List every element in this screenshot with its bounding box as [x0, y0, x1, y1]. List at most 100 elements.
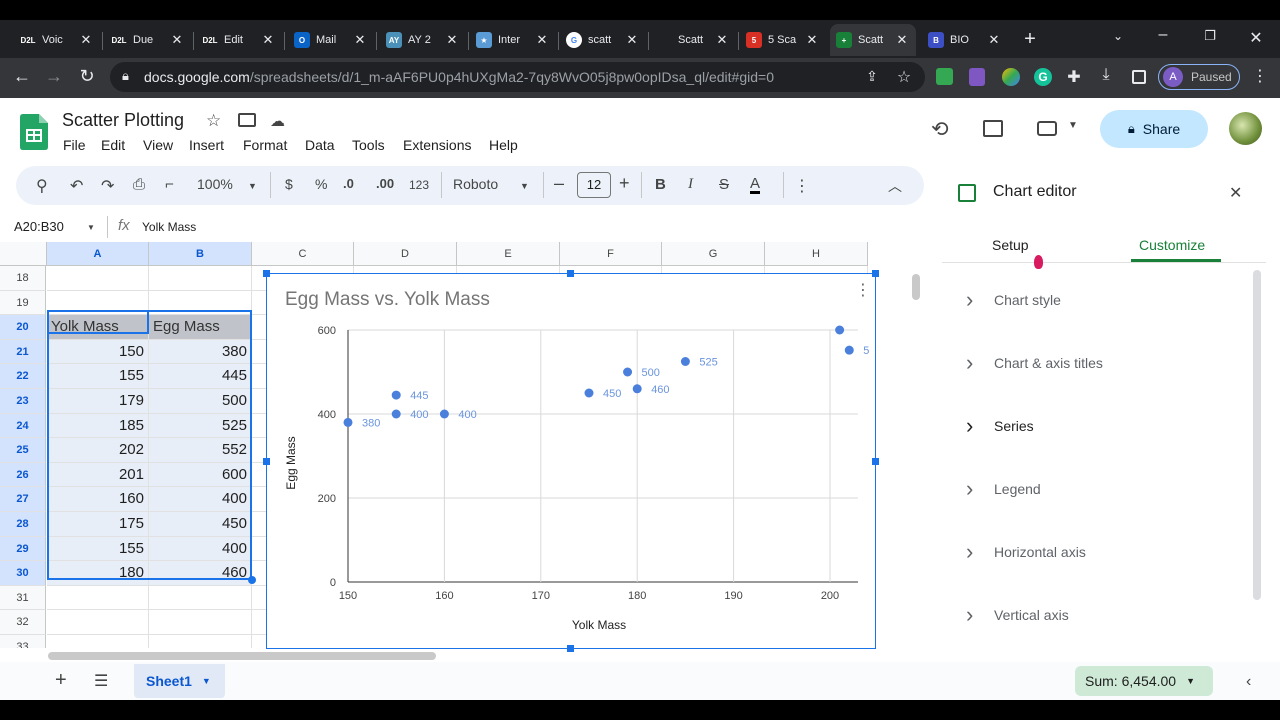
grid-cell[interactable]: 600	[149, 462, 252, 488]
grid-cell[interactable]	[47, 635, 149, 648]
row-header[interactable]: 30	[0, 561, 46, 586]
address-bar[interactable]: 🔒︎ docs.google.com/spreadsheets/d/1_m-aA…	[110, 62, 925, 92]
tab-close-icon[interactable]: ✕	[444, 32, 460, 48]
row-header[interactable]: 26	[0, 462, 46, 488]
grid-cell[interactable]: 460	[149, 561, 252, 586]
extension-green-icon[interactable]	[936, 68, 953, 85]
grid-cell[interactable]	[149, 266, 252, 291]
section-legend[interactable]: › Legend	[966, 476, 1041, 502]
resize-handle[interactable]	[263, 270, 270, 277]
collapse-menus-icon[interactable]: ︿	[888, 176, 902, 196]
column-header-e[interactable]: E	[457, 242, 560, 266]
menu-format[interactable]: Format	[243, 137, 287, 153]
close-editor-icon[interactable]: ✕	[1229, 183, 1242, 203]
section-horizontal-axis[interactable]: › Horizontal axis	[966, 539, 1086, 565]
extension-purple-icon[interactable]	[969, 68, 985, 86]
bookmark-star-icon[interactable]: ☆	[894, 67, 914, 87]
tab-close-icon[interactable]: ✕	[352, 32, 368, 48]
profile-button[interactable]: A Paused	[1158, 64, 1240, 90]
editor-scrollbar[interactable]	[1253, 270, 1261, 600]
select-all-corner[interactable]	[0, 242, 47, 266]
all-sheets-icon[interactable]: ☰	[94, 671, 108, 691]
text-color-button[interactable]: A	[750, 176, 761, 194]
resize-handle[interactable]	[567, 270, 574, 277]
percent-format-button[interactable]: %	[315, 176, 327, 192]
print-icon[interactable]: ⎙	[133, 176, 145, 193]
grid-cell[interactable]: Egg Mass	[149, 315, 252, 340]
back-icon[interactable]: ←	[12, 66, 32, 87]
browser-tab[interactable]: 5 5 Sca ✕	[740, 24, 826, 56]
tab-close-icon[interactable]: ✕	[78, 32, 94, 48]
menu-tools[interactable]: Tools	[352, 137, 385, 153]
menu-extensions[interactable]: Extensions	[403, 137, 471, 153]
grid-cell[interactable]: 175	[47, 512, 149, 537]
row-header[interactable]: 25	[0, 438, 46, 463]
tab-close-icon[interactable]: ✕	[804, 32, 820, 48]
grid-cell[interactable]: Yolk Mass	[47, 315, 149, 340]
minimize-icon[interactable]: –	[1153, 26, 1173, 44]
redo-icon[interactable]: ↷	[101, 176, 114, 196]
tab-search-chevron-icon[interactable]: ⌄	[1108, 29, 1128, 43]
scatter-point[interactable]	[680, 357, 690, 366]
sheets-logo-icon[interactable]	[20, 114, 48, 150]
font-dropdown-icon[interactable]: ▼	[520, 181, 529, 191]
grid-cell[interactable]: 500	[149, 389, 252, 414]
vertical-scrollbar-thumb[interactable]	[912, 274, 920, 300]
row-header[interactable]: 19	[0, 290, 46, 316]
more-formats-button[interactable]: 123	[409, 178, 429, 192]
strikethrough-button[interactable]: S	[719, 176, 729, 193]
restore-icon[interactable]: ❐	[1200, 28, 1220, 44]
side-panel-icon[interactable]	[1132, 70, 1146, 84]
grid-cell[interactable]	[149, 585, 252, 611]
section-chart-axis-titles[interactable]: › Chart & axis titles	[966, 350, 1103, 376]
grid-cell[interactable]	[47, 610, 149, 635]
menu-view[interactable]: View	[143, 137, 173, 153]
tab-close-icon[interactable]: ✕	[169, 32, 185, 48]
tab-close-icon[interactable]: ✕	[260, 32, 276, 48]
meet-icon[interactable]	[1037, 121, 1057, 136]
scatter-point[interactable]	[391, 409, 401, 419]
grid-cell[interactable]: 552	[149, 438, 252, 463]
comments-icon[interactable]	[983, 120, 1003, 137]
row-header[interactable]: 27	[0, 487, 46, 512]
browser-tab[interactable]: Scatt ✕	[650, 24, 736, 56]
grid-cell[interactable]	[47, 266, 149, 291]
grid-cell[interactable]: 185	[47, 413, 149, 439]
star-icon[interactable]: ☆	[206, 111, 221, 131]
tab-close-icon[interactable]: ✕	[894, 32, 910, 48]
tab-close-icon[interactable]: ✕	[534, 32, 550, 48]
document-title[interactable]: Scatter Plotting	[62, 110, 184, 131]
browser-tab[interactable]: B BIO ✕	[922, 24, 1008, 56]
grid-cell[interactable]: 450	[149, 512, 252, 537]
column-header-f[interactable]: F	[560, 242, 662, 266]
browser-tab[interactable]: ★ Inter ✕	[470, 24, 556, 56]
extension-drive-icon[interactable]	[1002, 68, 1020, 86]
section-series[interactable]: › Series	[966, 413, 1034, 439]
column-header-b[interactable]: B	[149, 242, 252, 266]
zoom-dropdown-icon[interactable]: ▼	[248, 181, 257, 191]
tab-setup[interactable]: Setup	[992, 237, 1029, 253]
grid-cell[interactable]	[47, 290, 149, 316]
resize-handle[interactable]	[567, 645, 574, 652]
share-button[interactable]: 🔒︎ Share	[1100, 110, 1208, 148]
grid-cell[interactable]: 180	[47, 561, 149, 586]
grid-cell[interactable]: 179	[47, 389, 149, 414]
menu-edit[interactable]: Edit	[101, 137, 125, 153]
section-chart-style[interactable]: › Chart style	[966, 287, 1061, 313]
chart-title[interactable]: Egg Mass vs. Yolk Mass	[285, 289, 490, 311]
sum-indicator[interactable]: Sum: 6,454.00 ▼	[1075, 666, 1213, 696]
column-header-h[interactable]: H	[765, 242, 868, 266]
share-page-icon[interactable]: ⇪	[862, 68, 882, 85]
explore-chevron-icon[interactable]: ‹	[1246, 673, 1251, 691]
name-box-dropdown-icon[interactable]: ▼	[87, 223, 95, 232]
column-header-c[interactable]: C	[252, 242, 354, 266]
grid-cell[interactable]: 400	[149, 536, 252, 562]
resize-handle[interactable]	[872, 270, 879, 277]
extensions-puzzle-icon[interactable]: ✚	[1064, 67, 1084, 87]
name-box[interactable]: A20:B30	[14, 219, 64, 234]
grid-cell[interactable]	[149, 635, 252, 648]
section-vertical-axis[interactable]: › Vertical axis	[966, 602, 1069, 628]
row-header[interactable]: 18	[0, 266, 46, 291]
menu-insert[interactable]: Insert	[189, 137, 224, 153]
grammarly-icon[interactable]: G	[1034, 68, 1052, 86]
